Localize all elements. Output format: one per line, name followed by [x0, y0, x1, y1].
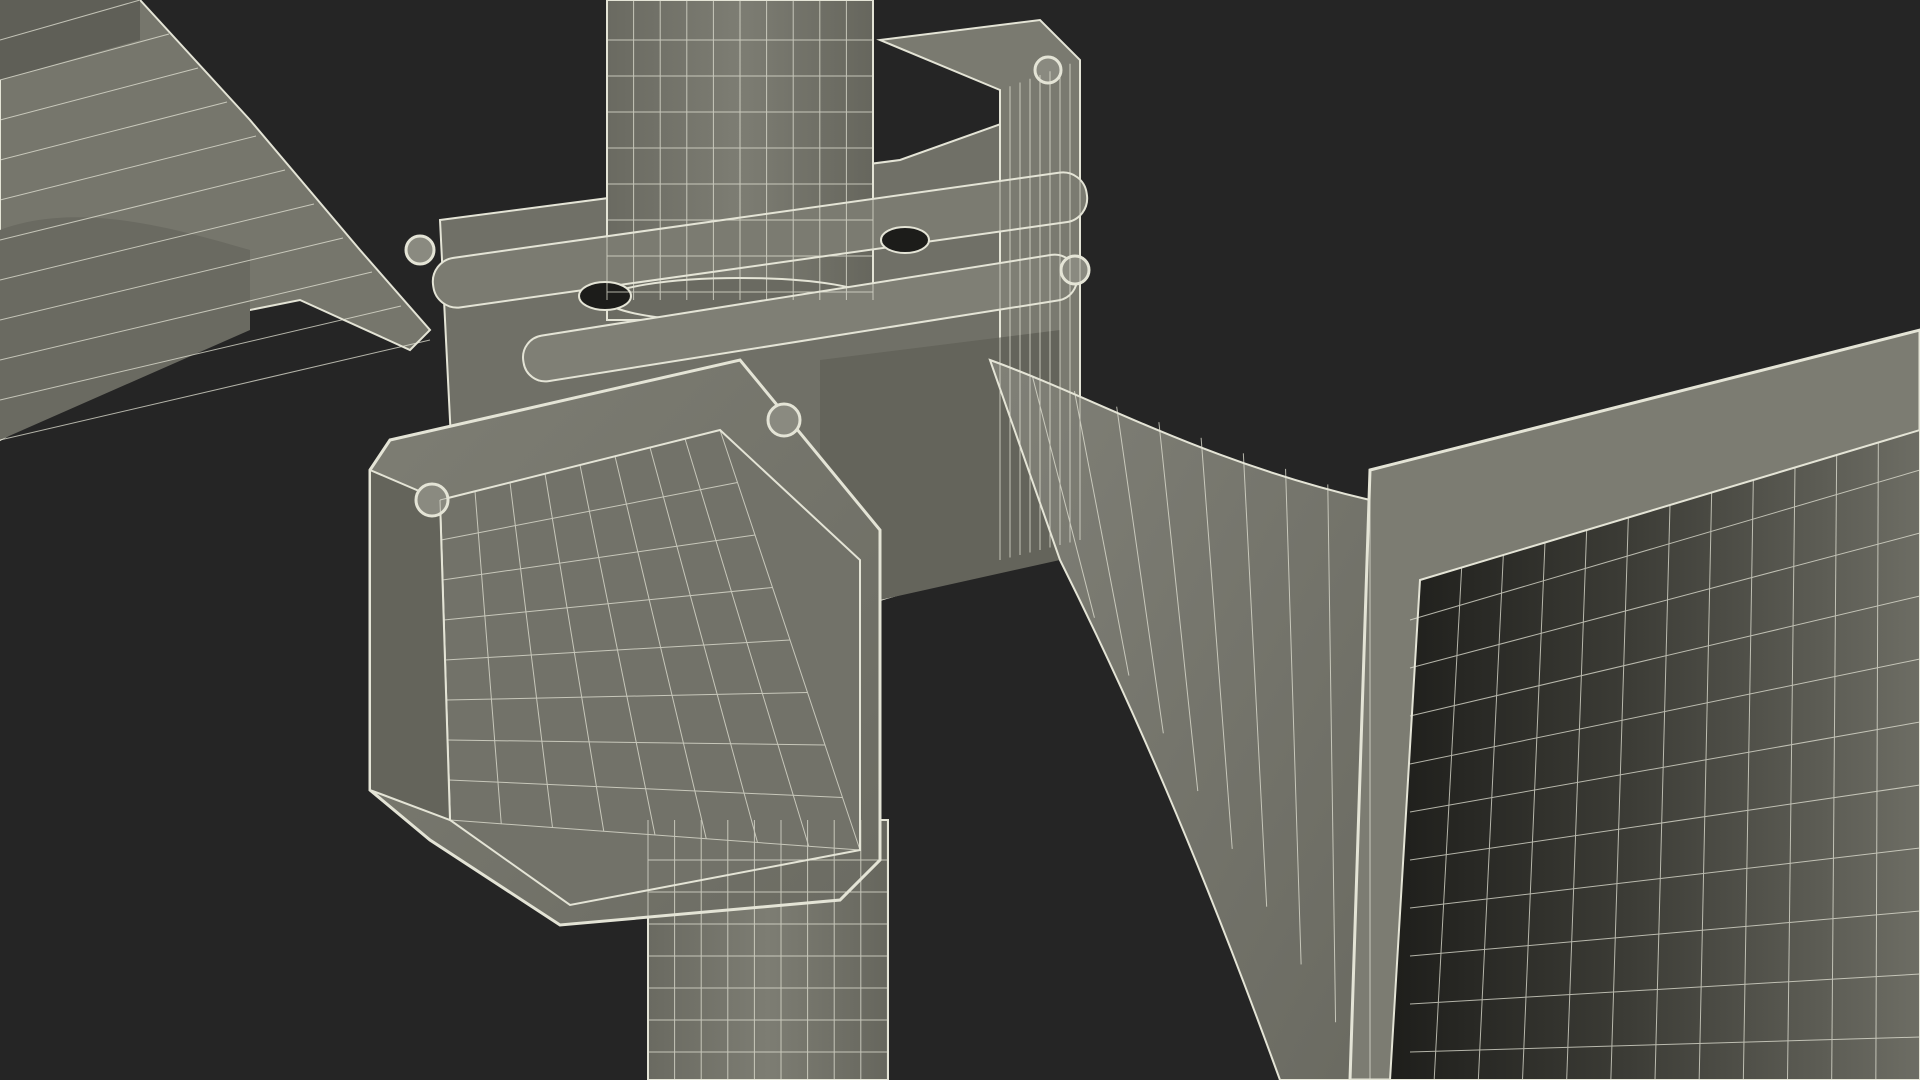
right-horn-neck — [988, 358, 1371, 1080]
wireframe-scene — [0, 0, 1920, 1080]
junction-box — [368, 358, 882, 927]
left-horn — [0, 0, 432, 442]
render-viewport — [0, 0, 1920, 1080]
